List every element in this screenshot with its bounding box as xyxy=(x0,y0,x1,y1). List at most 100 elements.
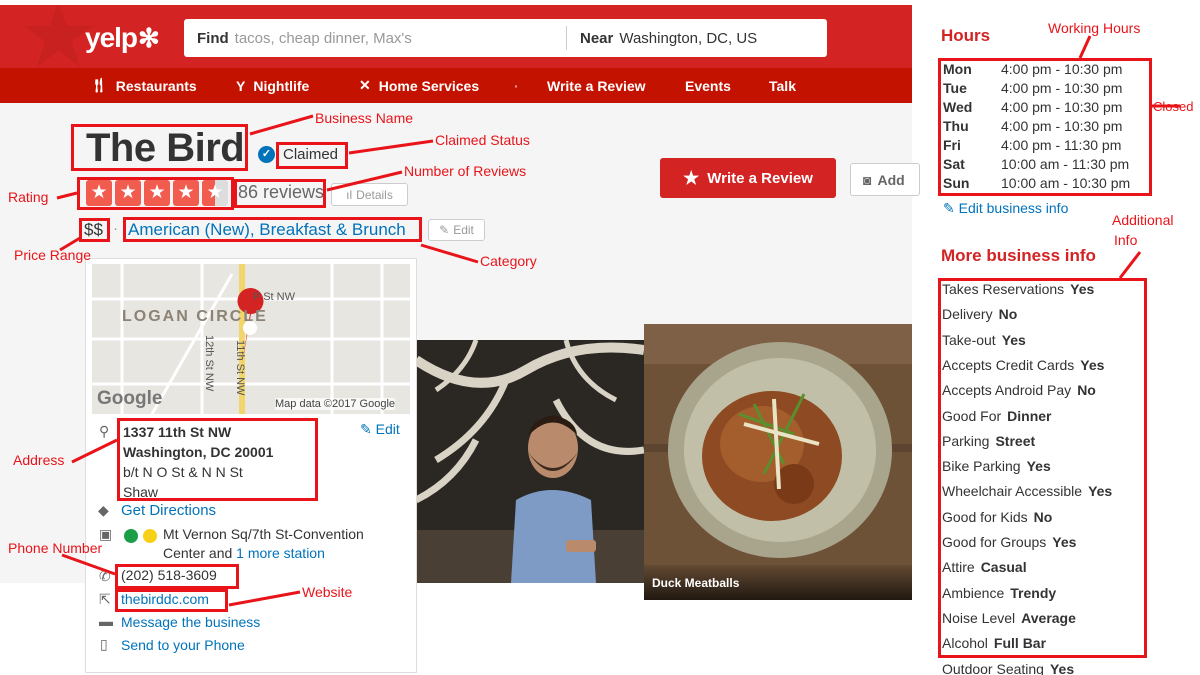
fork-knife-icon: 🍴︎ xyxy=(90,77,108,93)
near-value: Washington, DC, US xyxy=(619,29,758,47)
add-photo-button[interactable]: ◙ Add xyxy=(850,163,920,196)
near-label: Near xyxy=(580,29,614,47)
nav-label: Nightlife xyxy=(253,77,310,94)
annotation-working-hours: Working Hours xyxy=(1048,20,1141,36)
search-bar[interactable]: Find tacos, cheap dinner, Max's Near Washi… xyxy=(184,19,827,57)
find-placeholder: tacos, cheap dinner, Max's xyxy=(234,29,412,47)
more-stations-link[interactable]: 1 more station xyxy=(236,545,325,561)
transit-station-2: Center and 1 more station xyxy=(163,545,325,561)
add-photo-label: Add xyxy=(877,171,905,188)
nav-label: Write a Review xyxy=(547,77,646,94)
camera-icon: ◙ xyxy=(863,171,872,188)
nav-label: Home Services xyxy=(378,77,480,94)
star-icon: ★ xyxy=(683,167,700,188)
annotation-box-reviews xyxy=(234,179,326,208)
details-label: Details xyxy=(356,187,393,202)
annotation-box-phone xyxy=(115,564,239,589)
logo-text: yelp xyxy=(85,22,138,53)
edit-address-link[interactable]: ✎ Edit xyxy=(360,421,400,438)
annotation-box-website xyxy=(115,589,228,612)
info-row: Outdoor Seating Yes xyxy=(942,661,1074,675)
write-review-button[interactable]: ★ Write a Review xyxy=(660,158,836,198)
photo-dish-illustration xyxy=(644,324,912,600)
near-input[interactable]: Near Washington, DC, US xyxy=(567,30,757,47)
annotation-box-address xyxy=(117,418,318,501)
annotation-box-category xyxy=(123,217,422,242)
mobile-phone-icon: ▯ xyxy=(100,636,108,652)
edit-category-button[interactable]: ✎ Edit xyxy=(428,219,485,241)
external-link-icon: ⇱ xyxy=(99,591,111,607)
annotation-number-of-reviews: Number of Reviews xyxy=(404,163,527,179)
pencil-icon: ✎ xyxy=(439,223,450,237)
nav-home-services[interactable]: ✕ Home Services xyxy=(359,68,479,103)
map-area-label: LOGAN CIRCLE xyxy=(122,308,268,325)
map-street-label: 11th St NW xyxy=(234,340,246,396)
annotation-additional: Additional xyxy=(1112,212,1174,228)
map-street-label: 12th St NW xyxy=(203,335,215,392)
annotation-price-range: Price Range xyxy=(14,247,92,263)
annotation-rating: Rating xyxy=(8,189,49,205)
annotation-info: Info xyxy=(1114,232,1138,248)
get-directions-link[interactable]: Get Directions xyxy=(121,502,216,519)
annotation-box-hours xyxy=(938,58,1152,196)
annotation-claimed-status: Claimed Status xyxy=(435,132,530,148)
business-photo-interior[interactable] xyxy=(416,340,644,583)
annotation-box-more-info xyxy=(938,278,1147,658)
cocktail-icon: Y xyxy=(236,77,246,94)
pencil-icon: ✎ xyxy=(360,421,376,437)
check-circle-icon: ✓ xyxy=(258,146,275,163)
nav-restaurants[interactable]: 🍴︎ Restaurants xyxy=(90,68,197,103)
google-logo: Google xyxy=(97,388,163,409)
more-info-heading: More business info xyxy=(941,246,1096,265)
find-input[interactable]: Find tacos, cheap dinner, Max's xyxy=(184,26,567,50)
transit-prefix: Center and xyxy=(163,545,237,561)
business-photo-dish[interactable] xyxy=(644,324,912,600)
nav-nightlife[interactable]: Y Nightlife xyxy=(236,68,309,103)
annotation-phone-number: Phone Number xyxy=(8,540,103,556)
annotation-box-claimed xyxy=(276,142,348,169)
details-button[interactable]: ıl Details xyxy=(331,183,408,206)
info-key: Outdoor Seating xyxy=(942,660,1044,675)
send-to-phone-link[interactable]: Send to your Phone xyxy=(121,637,245,653)
edit-business-info-link[interactable]: ✎ Edit business info xyxy=(943,200,1068,217)
price-separator: · xyxy=(113,220,118,237)
annotation-business-name: Business Name xyxy=(315,110,414,126)
yelp-logo[interactable]: yelp ✻ xyxy=(85,20,160,56)
photo-person-illustration xyxy=(416,340,644,583)
edit-business-info-label: Edit business info xyxy=(958,200,1069,216)
find-label: Find xyxy=(197,29,229,47)
map-street-label: P St NW xyxy=(253,291,295,303)
annotation-website: Website xyxy=(302,584,353,600)
nav-label: Events xyxy=(685,77,731,94)
map-attribution: Map data ©2017 Google xyxy=(275,398,396,410)
transit-station: Mt Vernon Sq/7th St-Convention xyxy=(163,526,364,542)
nav-talk[interactable]: Talk xyxy=(769,68,796,103)
yelp-burst-icon: ✻ xyxy=(138,22,160,53)
message-icon: ▬ xyxy=(99,613,113,629)
nav-write-review[interactable]: Write a Review xyxy=(547,68,646,103)
yellow-line-icon xyxy=(143,529,157,543)
info-value: Yes xyxy=(1049,660,1075,675)
edit-label: Edit xyxy=(453,223,474,237)
yelp-business-page: { "header": { "logo_text": "yelp", "sear… xyxy=(0,0,1200,675)
location-pin-icon: ⚲ xyxy=(99,423,110,439)
nav-label: Talk xyxy=(769,77,796,94)
phone-icon: ✆ xyxy=(99,568,111,584)
annotation-box-name xyxy=(71,124,248,171)
annotation-closed: Closed xyxy=(1153,99,1194,114)
write-review-label: Write a Review xyxy=(707,169,813,187)
nav-separator: · xyxy=(514,77,519,94)
nav-label: Restaurants xyxy=(115,77,197,94)
annotation-address: Address xyxy=(13,452,65,468)
annotation-box-rating xyxy=(77,177,234,210)
annotation-category: Category xyxy=(480,253,537,269)
green-line-icon xyxy=(124,529,138,543)
annotation-box-price xyxy=(79,218,110,242)
bar-chart-icon: ıl xyxy=(346,187,353,202)
nav-events[interactable]: Events xyxy=(685,68,731,103)
message-business-link[interactable]: Message the business xyxy=(121,614,260,630)
directions-icon: ◆ xyxy=(98,502,109,518)
pencil-icon: ✎ xyxy=(943,200,959,216)
hours-heading: Hours xyxy=(941,26,991,45)
edit-label: Edit xyxy=(375,421,400,437)
